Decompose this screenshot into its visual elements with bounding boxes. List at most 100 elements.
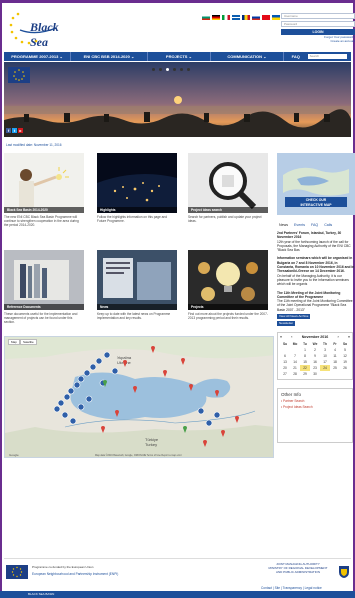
- news-title[interactable]: Information seminars which will be organ…: [277, 256, 354, 273]
- slider-dot[interactable]: [159, 68, 162, 71]
- calendar-day[interactable]: 27: [280, 371, 290, 377]
- ministry-text: JOINT MANAGING AUTHORITY MINISTRY OF REG…: [268, 562, 328, 574]
- flag-icon[interactable]: [222, 15, 230, 20]
- view-all-news-button[interactable]: View All News Archive: [277, 314, 311, 320]
- calendar-prev-month-icon[interactable]: ‹: [291, 335, 292, 339]
- nav-item-faq[interactable]: FAQ: [284, 52, 308, 61]
- map-tab-satellite[interactable]: Satellite: [20, 339, 37, 345]
- eu-logo: [8, 67, 30, 83]
- tile-label: News: [97, 304, 177, 310]
- hero-image: [4, 62, 351, 137]
- nav-item-projects[interactable]: PROJECTS ⌄: [148, 52, 211, 61]
- tile-description: Find out more about the projects funded …: [188, 312, 268, 321]
- bottom-bar: BLACK SEA BASIN: [0, 591, 355, 598]
- slider-dot[interactable]: [187, 68, 190, 71]
- calendar-day[interactable]: 29: [300, 371, 310, 377]
- tab-faq[interactable]: FAQ: [311, 223, 318, 227]
- tile-description: Search for partners, publish and update …: [188, 215, 262, 224]
- tile-label: Projects: [188, 304, 268, 310]
- hero-slider[interactable]: [4, 62, 351, 137]
- woman-pointing-image: [4, 153, 84, 213]
- interactive-map-button[interactable]: CHECK OUR INTERACTIVE MAP: [285, 197, 347, 207]
- news-body: 12th year of the forthcoming launch of t…: [277, 239, 351, 253]
- flag-icon[interactable]: [252, 15, 260, 20]
- partner-search-link[interactable]: • Partner Search: [281, 399, 349, 403]
- slider-dots: [152, 68, 190, 71]
- calendar-prev-icon[interactable]: «: [280, 335, 282, 339]
- calendar-day[interactable]: 30: [310, 371, 320, 377]
- tile-black-sea-basin[interactable]: Black Sea Basin 2014-2020 The new ENI CB…: [4, 153, 84, 228]
- tile-image: Highlights: [97, 153, 177, 213]
- tab-events[interactable]: Events: [294, 223, 305, 227]
- tile-label: Black Sea Basin 2014-2020: [4, 207, 84, 213]
- eu-stars-icon: [11, 566, 23, 578]
- coat-of-arms-icon: [339, 566, 349, 578]
- tile-project-ideas[interactable]: Project ideas search Search for partners…: [188, 153, 268, 223]
- news-item[interactable]: 2nd Partners' Forum, Istanbul, Turkey, 3…: [277, 231, 355, 252]
- calendar-next-month-icon[interactable]: ›: [338, 335, 339, 339]
- programme-logo[interactable]: Black Sea: [6, 6, 68, 50]
- event-calendar: « ‹ November 2016 › » Su Mo Tu We Th Fr Sa 1 2 3 4…: [277, 332, 353, 381]
- interactive-map-promo[interactable]: CHECK OUR INTERACTIVE MAP: [277, 153, 355, 215]
- slider-dot[interactable]: [173, 68, 176, 71]
- news-item[interactable]: The 11th Meeting of the Joint Monitoring…: [277, 291, 355, 312]
- calendar-day[interactable]: 28: [290, 371, 300, 377]
- slider-dot[interactable]: [166, 68, 169, 71]
- tab-calls[interactable]: Calls: [324, 223, 332, 227]
- news-title[interactable]: 2nd Partners' Forum, Istanbul, Turkey, 3…: [277, 231, 341, 239]
- calendar-month: November 2016: [301, 335, 329, 340]
- slider-dot[interactable]: [152, 68, 155, 71]
- nav-item-programme-2007[interactable]: PROGRAMME 2007-2013 ⌄: [4, 52, 72, 61]
- tile-reference-documents[interactable]: Reference Documents These documents usef…: [4, 250, 84, 325]
- flag-icon[interactable]: [202, 15, 210, 20]
- magnifier-image: [188, 153, 268, 213]
- news-image: [97, 250, 177, 310]
- footer-links[interactable]: Contact | Site | Transparency | Legal no…: [261, 586, 322, 590]
- flag-icon[interactable]: [232, 15, 240, 20]
- header: Black Sea Username Password LOGIN Forgot…: [4, 4, 355, 52]
- last-modified: Last modified date: November 11, 2016: [6, 143, 62, 147]
- nav-item-eni-cbc[interactable]: ENI CBC BSB 2014-2020 ⌄: [71, 52, 148, 61]
- tile-image: News: [97, 250, 177, 310]
- tile-description: These documents useful for the implement…: [4, 312, 78, 325]
- tile-highlights[interactable]: Highlights Follow the highlights informa…: [97, 153, 177, 223]
- documents-image: [4, 250, 84, 310]
- flag-icon[interactable]: [262, 15, 270, 20]
- nav-item-communication[interactable]: COMMUNICATION ⌄: [211, 52, 284, 61]
- newsletter-button[interactable]: Newsletter: [277, 321, 296, 327]
- logo-text: Black Sea: [30, 20, 59, 49]
- create-account-link[interactable]: Create an account: [281, 39, 355, 43]
- flag-icon[interactable]: [242, 15, 250, 20]
- eu-flag-icon: [6, 565, 28, 579]
- tile-news[interactable]: News Keep up to date with the latest new…: [97, 250, 177, 320]
- search-input[interactable]: Search: [307, 54, 347, 59]
- bottom-bar-text: BLACK SEA BASIN: [28, 592, 55, 596]
- slider-dot[interactable]: [180, 68, 183, 71]
- username-field[interactable]: Username: [281, 13, 355, 19]
- tile-description: The new ENI CBC Black Sea Basin Programm…: [4, 215, 79, 228]
- map-tab-map[interactable]: Map: [8, 339, 20, 345]
- enpi-text: European Neighbourhood and Partnership I…: [32, 572, 119, 576]
- login-box: Username Password LOGIN Forgot Your pass…: [281, 13, 355, 43]
- flag-icon[interactable]: [272, 15, 280, 20]
- tile-image: Project ideas search: [188, 153, 268, 213]
- tile-image: Black Sea Basin 2014-2020: [4, 153, 84, 213]
- project-ideas-search-link[interactable]: • Project Ideas Search: [281, 405, 349, 409]
- tab-news[interactable]: News: [279, 223, 288, 227]
- map-attribution: Map data ©2016 Basarsoft, Google, ORION-…: [95, 454, 182, 457]
- calendar-next-icon[interactable]: »: [348, 335, 350, 339]
- map-canvas: Україна Ukraine Türkiye Turkey Google Ma…: [5, 337, 273, 457]
- news-item[interactable]: Information seminars which will be organ…: [277, 256, 355, 286]
- social-links: f t ▸: [6, 128, 23, 133]
- password-field[interactable]: Password: [281, 21, 355, 27]
- twitter-icon[interactable]: t: [12, 128, 17, 133]
- tile-projects[interactable]: Projects Find out more about the project…: [188, 250, 268, 320]
- calendar-day: [340, 371, 350, 377]
- flag-icon[interactable]: [212, 15, 220, 20]
- youtube-icon[interactable]: ▸: [18, 128, 23, 133]
- news-title[interactable]: The 11th Meeting of the Joint Monitoring…: [277, 291, 340, 299]
- projects-map[interactable]: Україна Ukraine Türkiye Turkey Google Ma…: [4, 336, 274, 458]
- main-nav: PROGRAMME 2007-2013 ⌄ ENI CBC BSB 2014-2…: [4, 52, 351, 61]
- facebook-icon[interactable]: f: [6, 128, 11, 133]
- eu-stars-icon: [13, 69, 25, 81]
